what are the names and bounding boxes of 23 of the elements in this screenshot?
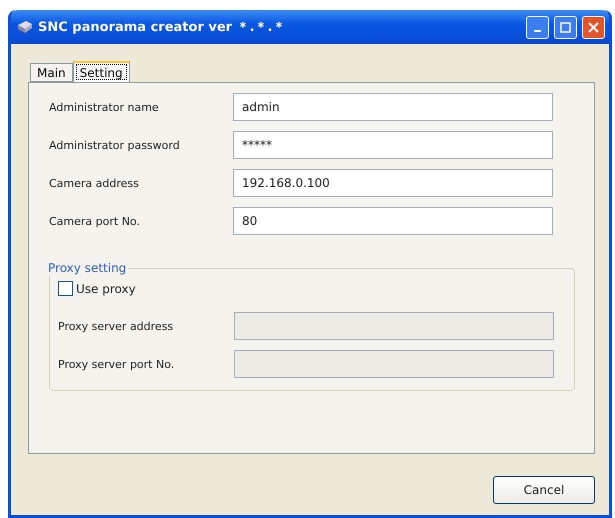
cancel-button[interactable]: Cancel <box>493 476 595 504</box>
tab[interactable]: Main <box>30 63 73 82</box>
tab[interactable]: Setting <box>72 61 130 83</box>
window-title: SNC panorama creator ver ＊.＊.＊ <box>38 19 286 36</box>
group-title: Proxy setting <box>47 261 128 275</box>
field-label: Camera port No. <box>49 214 141 228</box>
input-field[interactable]: 80 <box>233 207 553 235</box>
field-label: Proxy server address <box>58 320 174 332</box>
close-icon <box>588 22 599 32</box>
maximize-icon <box>560 22 571 32</box>
maximize-button[interactable] <box>554 16 577 38</box>
use-proxy-checkbox[interactable]: Use proxy <box>58 281 554 296</box>
minimize-icon <box>534 30 541 32</box>
field-label: Camera address <box>49 176 140 190</box>
input-field[interactable]: admin <box>233 93 553 121</box>
close-button[interactable] <box>582 16 605 38</box>
input-field[interactable]: 192.168.0.100 <box>233 169 553 197</box>
app-icon <box>17 20 33 34</box>
minimize-button[interactable] <box>526 16 549 38</box>
field-label: Proxy server port No. <box>58 358 176 370</box>
field-label: Administrator name <box>49 100 160 114</box>
field-label: Administrator password <box>49 138 181 152</box>
input-field[interactable]: ***** <box>233 131 553 159</box>
